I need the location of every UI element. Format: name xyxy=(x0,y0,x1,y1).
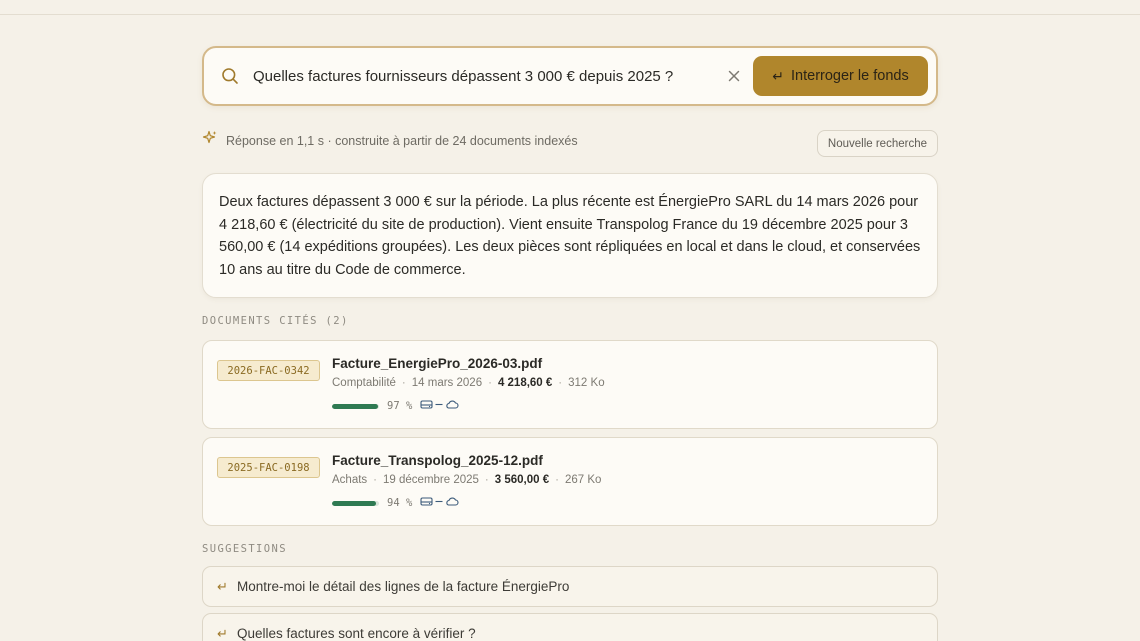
confidence-bar-fill xyxy=(332,500,377,506)
document-card[interactable]: 2026-FAC-0342 Facture_EnergiePro_2026-03… xyxy=(202,340,938,429)
answer-card: Deux factures dépassent 3 000 € sur la p… xyxy=(202,173,938,298)
separator-dot: · xyxy=(373,474,378,486)
separator-dot: · xyxy=(401,377,406,389)
top-divider xyxy=(0,0,1140,15)
link-dash-icon xyxy=(435,494,443,512)
local-storage-icon xyxy=(420,397,433,415)
document-category: Achats xyxy=(332,474,368,486)
document-status: 97 % xyxy=(332,397,605,415)
document-filename[interactable]: Facture_Transpolog_2025-12.pdf xyxy=(332,453,601,468)
document-status: 94 % xyxy=(332,494,601,512)
enter-icon: ↵ xyxy=(217,625,228,641)
suggestions-section-label: SUGGESTIONS xyxy=(202,543,287,555)
new-search-button[interactable]: Nouvelle recherche xyxy=(816,130,938,157)
confidence-bar xyxy=(332,500,379,506)
document-date: 19 décembre 2025 xyxy=(383,474,479,486)
document-amount: 4 218,60 € xyxy=(497,377,553,389)
document-filename[interactable]: Facture_EnergiePro_2026-03.pdf xyxy=(332,356,605,371)
confidence-bar-fill xyxy=(332,403,378,409)
answer-text: Deux factures dépassent 3 000 € sur la p… xyxy=(219,194,921,279)
cloud-icon xyxy=(445,494,459,512)
sync-status xyxy=(420,494,459,512)
document-size: 267 Ko xyxy=(564,474,602,486)
suggestion-text: Montre-moi le détail des lignes de la fa… xyxy=(237,579,570,594)
enter-icon: ↵ xyxy=(217,578,228,594)
search-bar: ↵ Interroger le fonds xyxy=(202,46,938,106)
suggestion-item[interactable]: ↵ Montre-moi le détail des lignes de la … xyxy=(202,566,938,607)
local-storage-icon xyxy=(420,494,433,512)
cloud-icon xyxy=(445,397,459,415)
separator-dot: · xyxy=(558,377,563,389)
separator-dot: · xyxy=(488,377,492,389)
close-icon[interactable] xyxy=(723,65,745,87)
document-category: Comptabilité xyxy=(332,377,396,389)
documents-section-label: DOCUMENTS CITÉS (2) xyxy=(202,315,349,327)
separator-dot: · xyxy=(555,474,559,486)
response-meta: Réponse en 1,1 s · construite à partir d… xyxy=(202,128,938,158)
document-details: Achats · 19 décembre 2025 · 3 560,00 € ·… xyxy=(332,474,601,486)
ask-button-label: Interroger le fonds xyxy=(791,68,909,84)
suggestion-text: Quelles factures sont encore à vérifier … xyxy=(237,626,476,641)
suggestion-item[interactable]: ↵ Quelles factures sont encore à vérifie… xyxy=(202,613,938,641)
document-date: 14 mars 2026 xyxy=(411,377,483,389)
sparkle-icon xyxy=(202,130,218,151)
document-amount: 3 560,00 € xyxy=(494,474,550,486)
document-code: 2025-FAC-0198 xyxy=(217,457,320,478)
enter-icon: ↵ xyxy=(772,67,785,84)
ask-button[interactable]: ↵ Interroger le fonds xyxy=(753,56,928,96)
document-details: Comptabilité · 14 mars 2026 · 4 218,60 €… xyxy=(332,377,605,389)
link-dash-icon xyxy=(435,397,443,415)
document-size: 312 Ko xyxy=(568,377,605,389)
response-summary: Réponse en 1,1 s · construite à partir d… xyxy=(226,133,578,148)
separator-dot: · xyxy=(484,474,489,486)
confidence-value: 94 % xyxy=(387,497,413,509)
document-card[interactable]: 2025-FAC-0198 Facture_Transpolog_2025-12… xyxy=(202,437,938,526)
search-input[interactable] xyxy=(253,67,723,85)
confidence-bar xyxy=(332,403,379,409)
search-icon xyxy=(220,66,240,86)
sync-status xyxy=(420,397,459,415)
confidence-value: 97 % xyxy=(387,400,413,412)
document-code: 2026-FAC-0342 xyxy=(217,360,320,381)
